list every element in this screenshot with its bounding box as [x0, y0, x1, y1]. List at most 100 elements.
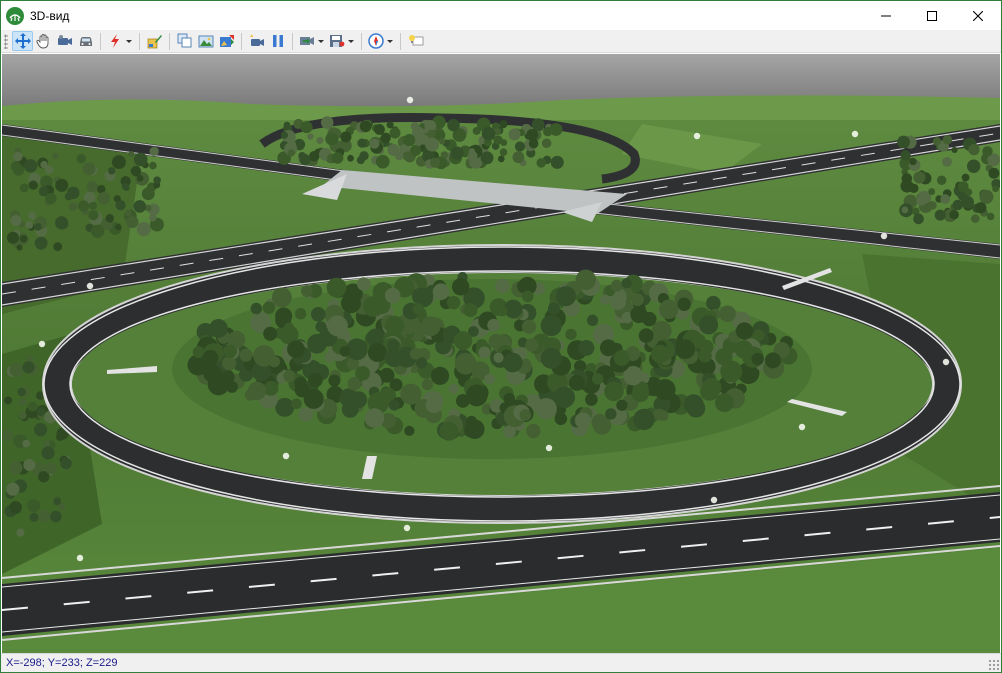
- tree: [326, 277, 347, 298]
- tree: [409, 347, 422, 360]
- tree: [108, 167, 116, 175]
- tree: [913, 213, 924, 225]
- tree: [913, 171, 926, 184]
- record-camera-icon: [249, 34, 264, 46]
- tree: [153, 176, 161, 184]
- tree: [540, 347, 562, 369]
- tree: [38, 186, 49, 197]
- tree: [555, 286, 576, 307]
- toolbar-separator: [139, 32, 140, 50]
- tree: [283, 370, 296, 383]
- tree: [900, 179, 914, 193]
- title-bar[interactable]: 3D-вид: [1, 1, 1001, 30]
- minimize-button[interactable]: [863, 1, 909, 30]
- tree: [207, 373, 230, 396]
- tree: [379, 367, 395, 383]
- lightbulb-icon: [408, 35, 423, 46]
- tree: [76, 153, 87, 164]
- tree: [734, 340, 753, 359]
- lamp-glow: [86, 282, 94, 290]
- lamp-glow: [880, 232, 888, 240]
- coord-x-value: -298: [19, 657, 42, 669]
- paint-scene-button[interactable]: [216, 31, 237, 51]
- tree: [136, 222, 151, 237]
- tree: [384, 348, 404, 368]
- tree: [439, 138, 446, 145]
- tree: [591, 373, 604, 385]
- tree: [384, 287, 401, 304]
- tree: [27, 499, 41, 513]
- lamp-glow: [282, 452, 290, 460]
- tree: [964, 188, 973, 197]
- tree: [56, 433, 64, 441]
- tree: [465, 384, 488, 407]
- tree: [453, 331, 473, 350]
- tree: [287, 340, 305, 359]
- tree: [942, 134, 953, 145]
- tree: [578, 340, 595, 356]
- lamp-glow: [403, 524, 411, 532]
- tree: [299, 154, 311, 166]
- tree: [657, 410, 669, 422]
- maximize-button[interactable]: [909, 1, 955, 30]
- resize-grip[interactable]: [988, 659, 999, 670]
- tree: [53, 498, 61, 506]
- close-button[interactable]: [955, 1, 1001, 30]
- tree: [604, 381, 624, 402]
- tree: [403, 134, 416, 147]
- landscape-button[interactable]: [195, 31, 216, 51]
- tree: [3, 396, 13, 405]
- tree: [714, 393, 734, 413]
- toolbar-grip[interactable]: [4, 33, 8, 49]
- drive-mode-button[interactable]: [75, 31, 96, 51]
- tree: [128, 150, 135, 158]
- tree: [77, 200, 90, 212]
- tree: [599, 294, 611, 305]
- tree: [2, 429, 14, 442]
- lamp-glow: [545, 444, 553, 452]
- camera-button[interactable]: [54, 31, 75, 51]
- save-image-dropdown[interactable]: [327, 31, 357, 51]
- tree: [244, 389, 257, 401]
- copy-view-button[interactable]: [174, 31, 195, 51]
- tooltip-light-button[interactable]: [405, 31, 426, 51]
- lighting-dropdown[interactable]: [105, 31, 135, 51]
- tree: [388, 399, 400, 411]
- coord-x-label: X=: [6, 657, 20, 669]
- tree: [613, 349, 630, 366]
- navigation-dropdown[interactable]: [366, 31, 396, 51]
- tree: [331, 152, 344, 164]
- tree: [340, 293, 361, 314]
- tree: [328, 374, 341, 387]
- 3d-scene-viewport[interactable]: [2, 54, 1000, 653]
- tree: [499, 119, 508, 129]
- layers-brush-button[interactable]: [144, 31, 165, 51]
- tree: [27, 401, 38, 412]
- tree: [324, 351, 336, 363]
- tree: [386, 121, 394, 129]
- tree: [208, 319, 228, 338]
- tree: [651, 344, 670, 364]
- record-camera-button[interactable]: [246, 31, 267, 51]
- tree: [41, 446, 55, 460]
- tree: [42, 440, 51, 448]
- tree: [356, 277, 371, 291]
- lamp-glow: [710, 496, 718, 504]
- export-video-dropdown[interactable]: [297, 31, 327, 51]
- tree: [88, 210, 99, 221]
- tree: [495, 278, 510, 294]
- tree: [502, 352, 523, 373]
- tree: [86, 181, 98, 193]
- tree: [412, 303, 425, 315]
- pan-move-button[interactable]: [12, 31, 33, 51]
- coord-z-label: ; Z=: [79, 657, 100, 669]
- hand-button[interactable]: [33, 31, 54, 51]
- tree: [979, 189, 994, 204]
- pause-button[interactable]: [267, 31, 288, 51]
- tree: [141, 187, 155, 201]
- tree: [287, 149, 295, 157]
- export-video-icon: [300, 37, 314, 45]
- highway-interchange-render[interactable]: [2, 54, 1000, 653]
- tree: [13, 151, 23, 162]
- tree: [481, 126, 496, 141]
